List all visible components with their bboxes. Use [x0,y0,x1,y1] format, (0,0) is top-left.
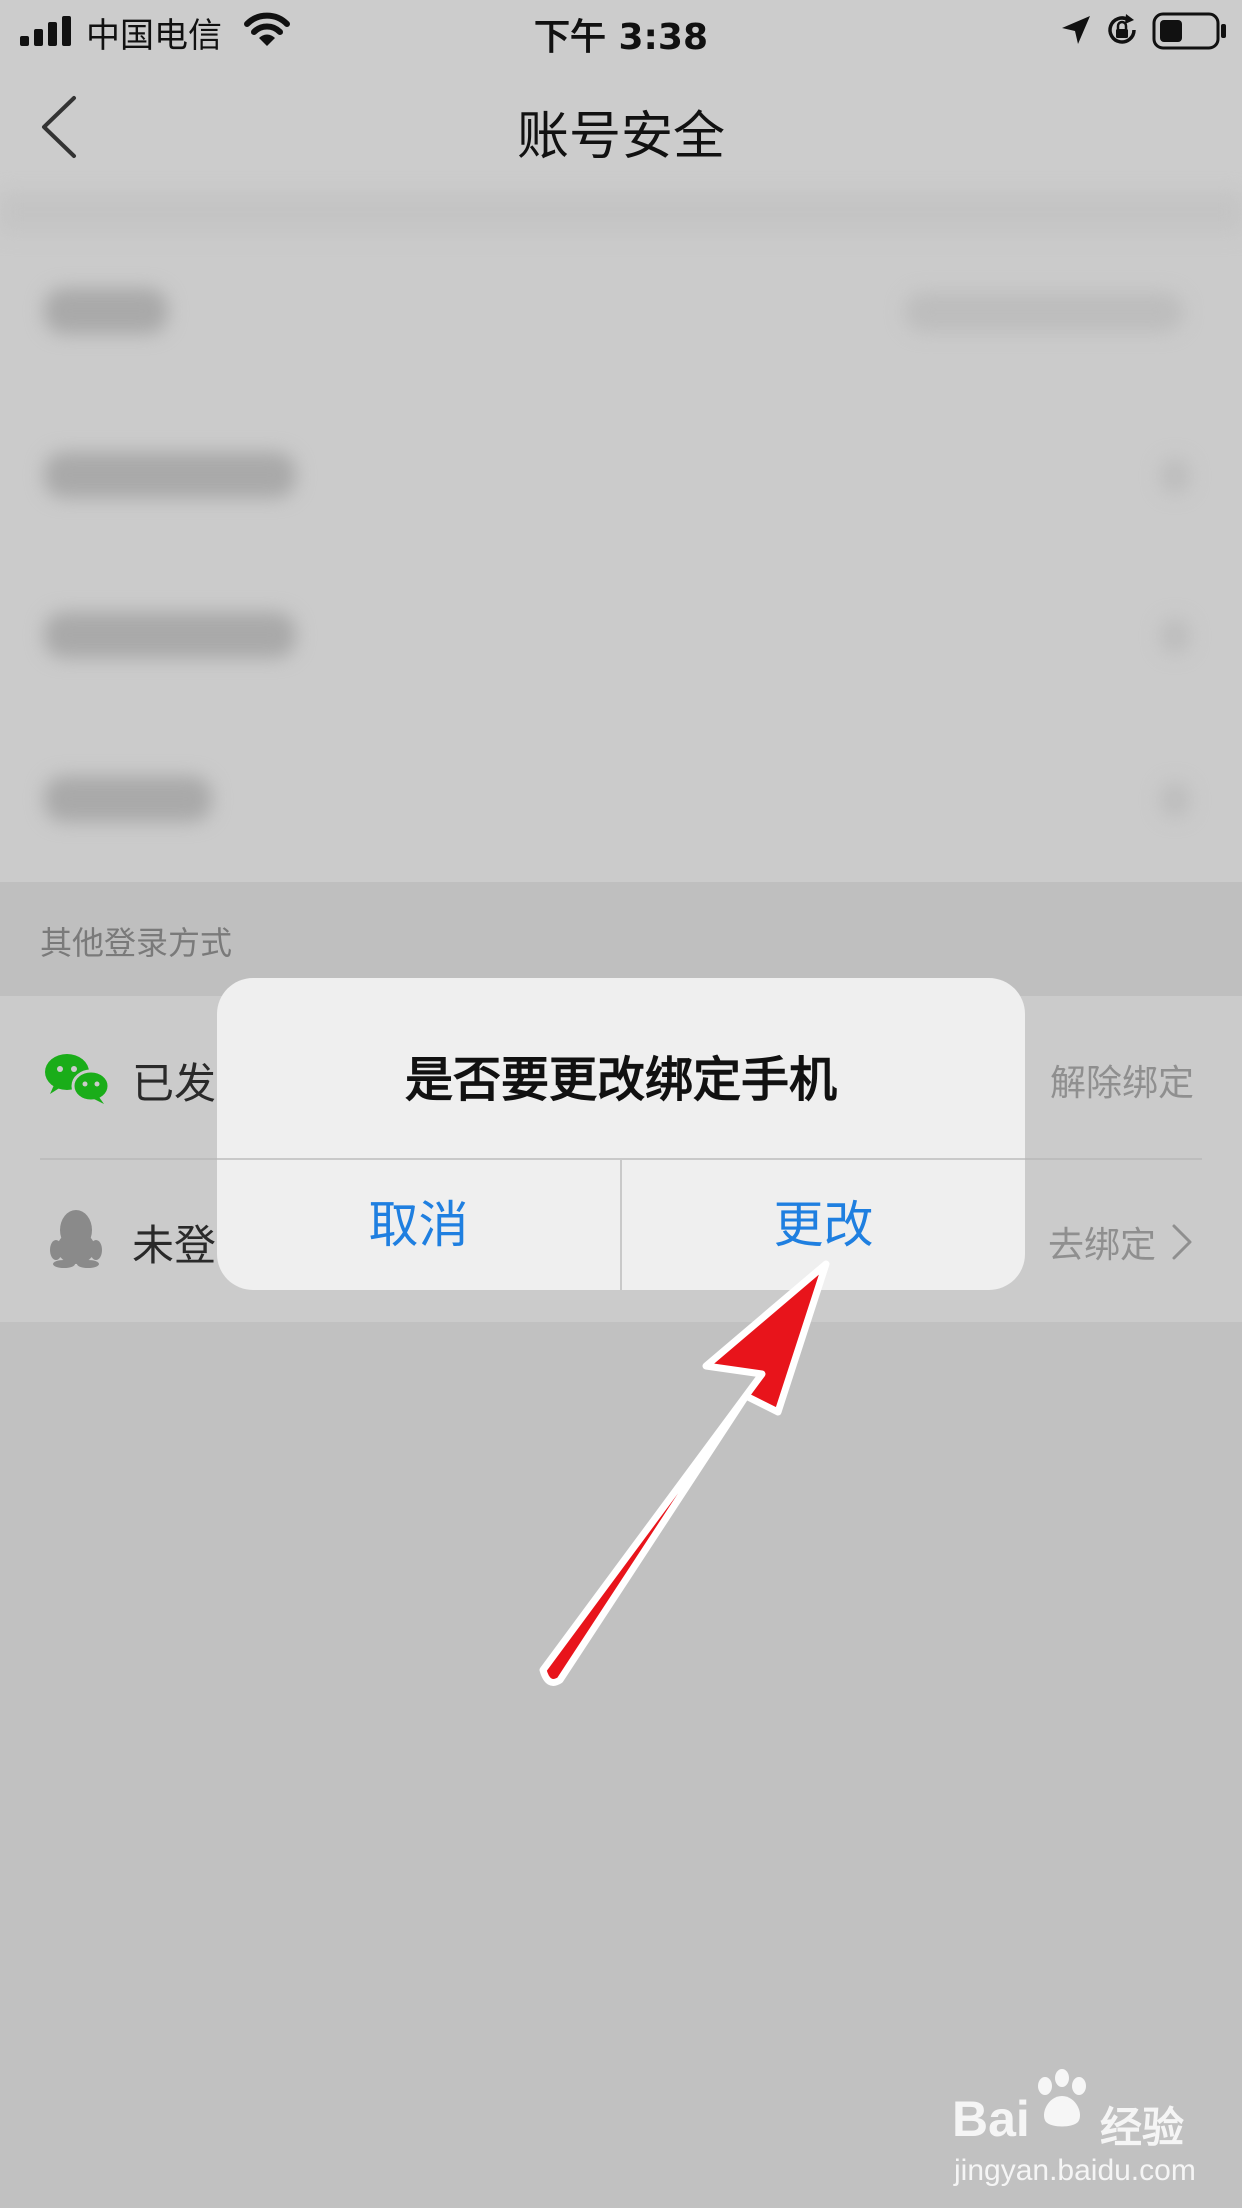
blurred-divider [0,192,1242,232]
qq-penguin-icon [50,1210,102,1268]
rotation-lock-icon [1108,14,1136,44]
baidu-paw-icon [1038,2069,1086,2127]
watermark-brand-right: 经验 [1100,2104,1185,2151]
confirm-change-button[interactable]: 更改 [622,1160,1025,1290]
blurred-row-label [44,452,296,498]
blurred-row-label [44,288,168,334]
blurred-row-chevron [1160,458,1190,494]
blurred-row-chevron [1160,782,1190,818]
blurred-row-label [44,776,212,822]
blurred-row-label [44,612,296,658]
watermark-url: jingyan.baidu.com [954,2154,1196,2187]
chevron-right-icon [1172,1224,1192,1260]
group-header: 其他登录方式 [40,924,233,962]
cancel-button[interactable]: 取消 [217,1160,620,1290]
blurred-row-chevron [1160,618,1190,654]
blurred-row-value [904,292,1184,332]
battery-icon [1152,12,1226,50]
wechat-row-label: 已发 [132,1059,217,1108]
page-title: 账号安全 [516,107,725,167]
dialog-title: 是否要更改绑定手机 [404,1052,837,1108]
qq-row-label: 未登 [132,1221,217,1270]
location-arrow-icon [1062,16,1090,44]
status-clock: 下午 3:38 [533,17,709,58]
wechat-icon [45,1054,110,1104]
watermark-brand-left: Bai [952,2091,1030,2147]
confirm-dialog: 是否要更改绑定手机 取消 更改 [217,978,1025,1290]
